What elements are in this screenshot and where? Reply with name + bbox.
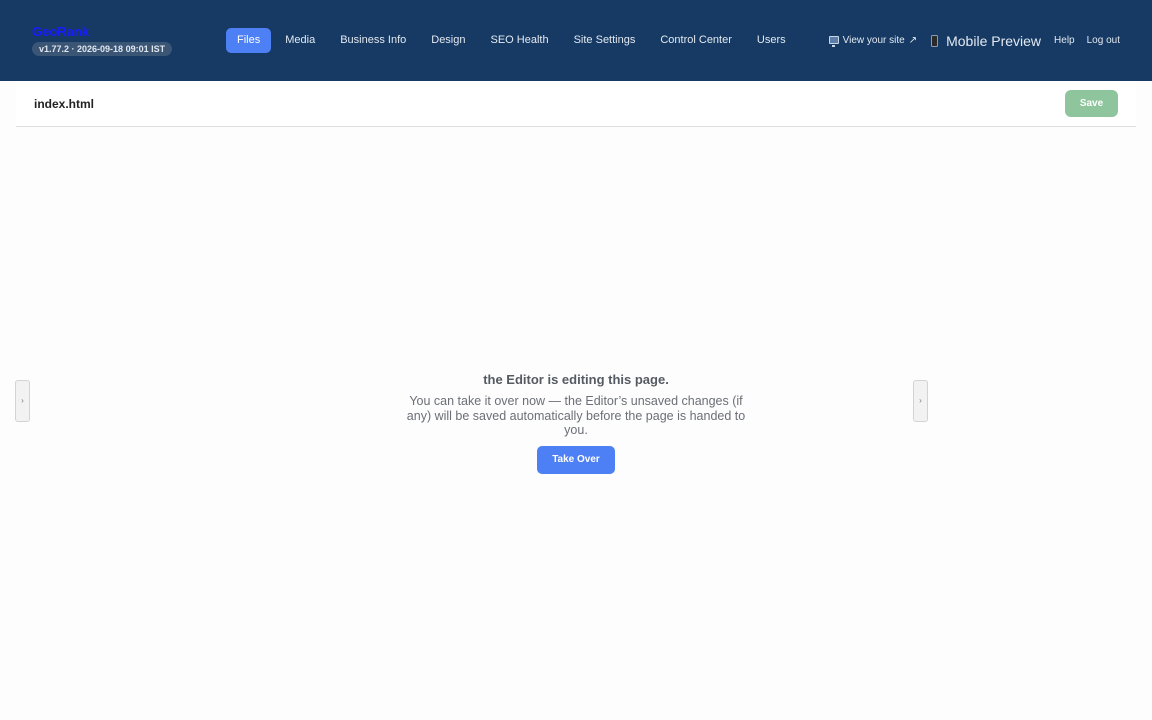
main-nav: Files Media Business Info Design SEO Hea… xyxy=(226,28,800,53)
top-bar: GeoRank v1.77.2 · 2026-09-18 09:01 IST F… xyxy=(0,0,1152,81)
file-name: index.html xyxy=(34,97,95,111)
take-over-button[interactable]: Take Over xyxy=(537,445,615,474)
nav-item-users[interactable]: Users xyxy=(746,28,797,53)
nav-item-site-settings[interactable]: Site Settings xyxy=(563,28,647,53)
external-link-icon: ↗ xyxy=(908,35,918,46)
mobile-preview-button[interactable]: Mobile Preview xyxy=(931,33,1041,49)
phone-icon xyxy=(931,34,939,47)
nav-item-design[interactable]: Design xyxy=(420,28,476,53)
takeover-message: You can take it over now — the Editor’s … xyxy=(406,394,746,437)
takeover-notice: the Editor is editing this page. You can… xyxy=(376,371,776,474)
nav-item-business-info[interactable]: Business Info xyxy=(329,28,417,53)
version-badge: v1.77.2 · 2026-09-18 09:01 IST xyxy=(32,42,173,56)
view-site-label: View your site xyxy=(842,35,905,46)
right-panel-toggle[interactable]: › xyxy=(913,380,928,422)
view-site-link[interactable]: View your site ↗ xyxy=(828,35,918,47)
mobile-preview-label: Mobile Preview xyxy=(946,32,1042,49)
monitor-icon xyxy=(828,35,839,47)
nav-item-seo-health[interactable]: SEO Health xyxy=(480,28,560,53)
brand-name[interactable]: GeoRank xyxy=(32,24,172,39)
save-button[interactable]: Save xyxy=(1065,90,1118,117)
file-header: index.html Save xyxy=(16,81,1136,127)
nav-item-files[interactable]: Files xyxy=(226,28,272,53)
help-link[interactable]: Help xyxy=(1054,35,1075,46)
logout-link[interactable]: Log out xyxy=(1087,35,1120,46)
header-actions: View your site ↗ Mobile Preview Help Log… xyxy=(828,28,1120,53)
nav-item-media[interactable]: Media xyxy=(274,28,326,53)
brand: GeoRank v1.77.2 · 2026-09-18 09:01 IST xyxy=(32,24,173,57)
nav-item-control-center[interactable]: Control Center xyxy=(649,28,743,53)
left-panel-toggle[interactable]: › xyxy=(15,380,30,422)
takeover-title: the Editor is editing this page. xyxy=(483,372,669,387)
